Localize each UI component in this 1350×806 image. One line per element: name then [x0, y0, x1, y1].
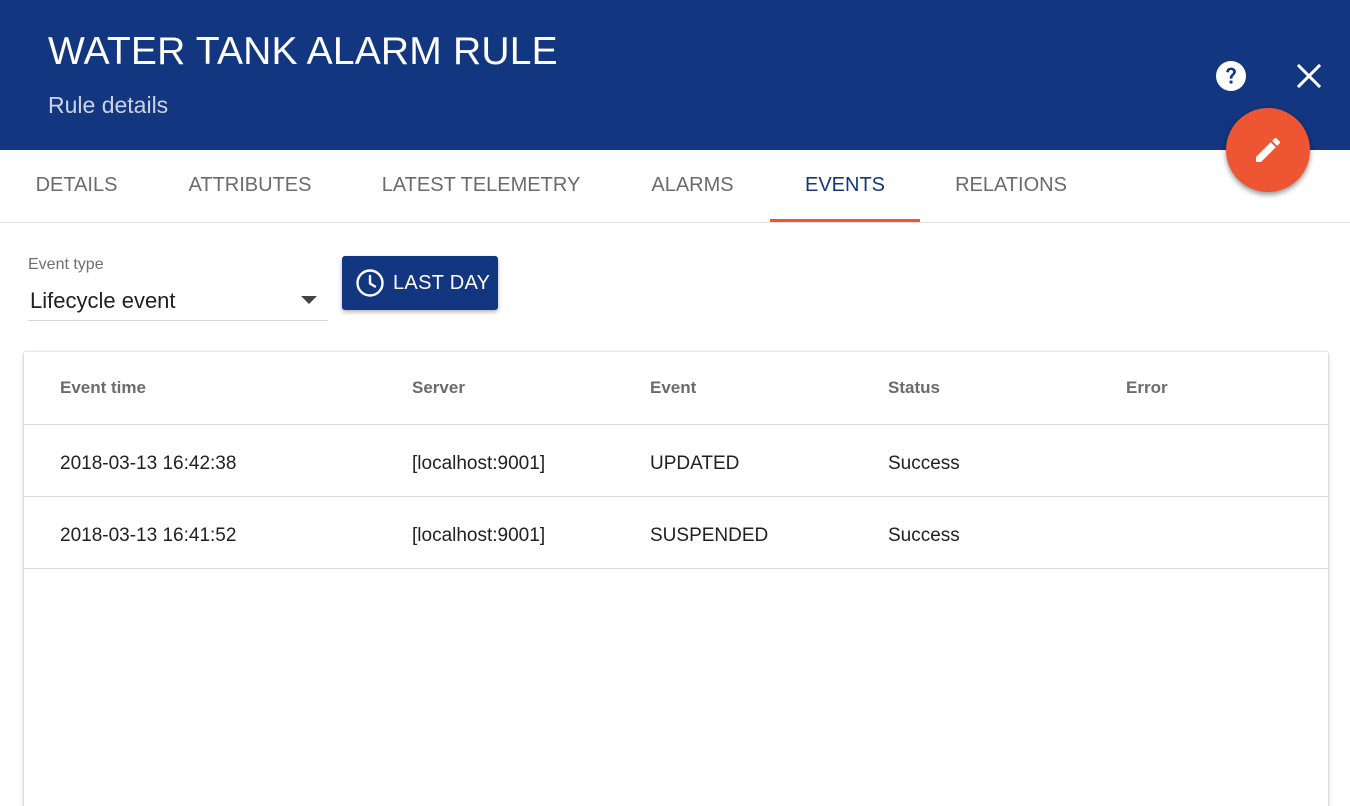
event-type-label: Event type: [28, 256, 104, 273]
event-type-value: Lifecycle event: [30, 288, 176, 313]
cell-status: Success: [888, 453, 960, 474]
page-title: WATER TANK ALARM RULE: [48, 30, 558, 73]
tab-alarms[interactable]: ALARMS: [615, 150, 770, 222]
events-table: Event time Server Event Status Error 201…: [24, 352, 1328, 806]
edit-fab-button[interactable]: [1226, 108, 1310, 192]
help-circle-icon: [1216, 61, 1246, 91]
close-button[interactable]: [1292, 59, 1326, 93]
cell-event-time: 2018-03-13 16:41:52: [60, 525, 237, 546]
rule-details-page: WATER TANK ALARM RULE Rule details DETAI…: [0, 0, 1350, 806]
cell-server: [localhost:9001]: [412, 525, 546, 546]
table-row[interactable]: 2018-03-13 16:42:38 [localhost:9001] UPD…: [24, 425, 1328, 497]
table-header: Event time Server Event Status Error: [24, 352, 1328, 425]
column-header-status[interactable]: Status: [888, 378, 940, 398]
event-type-select[interactable]: Event type Lifecycle event: [28, 254, 328, 322]
column-header-event[interactable]: Event: [650, 378, 696, 398]
column-header-server[interactable]: Server: [412, 378, 465, 398]
pencil-icon: [1256, 137, 1281, 162]
close-icon: [1296, 63, 1322, 89]
tab-details[interactable]: DETAILS: [0, 150, 153, 222]
time-window-button[interactable]: LAST DAY: [342, 256, 498, 310]
cell-status: Success: [888, 525, 960, 546]
select-underline: [28, 320, 328, 321]
table-row[interactable]: 2018-03-13 16:41:52 [localhost:9001] SUS…: [24, 497, 1328, 569]
tab-events[interactable]: EVENTS: [770, 150, 920, 222]
cell-event: SUSPENDED: [650, 525, 769, 546]
tab-attributes[interactable]: ATTRIBUTES: [153, 150, 347, 222]
clock-icon: [356, 269, 384, 297]
time-window-label: LAST DAY: [393, 271, 491, 294]
active-tab-indicator: [770, 219, 920, 222]
cell-event-time: 2018-03-13 16:42:38: [60, 453, 237, 474]
tab-latest-telemetry[interactable]: LATEST TELEMETRY: [347, 150, 615, 222]
page-subtitle: Rule details: [48, 92, 169, 118]
details-header: WATER TANK ALARM RULE Rule details: [0, 0, 1350, 150]
dropdown-arrow-icon: [301, 296, 317, 304]
column-header-event-time[interactable]: Event time: [60, 378, 146, 398]
help-button[interactable]: [1214, 59, 1248, 93]
cell-server: [localhost:9001]: [412, 453, 546, 474]
cell-event: UPDATED: [650, 453, 740, 474]
tab-relations[interactable]: RELATIONS: [920, 150, 1102, 222]
column-header-error[interactable]: Error: [1126, 378, 1168, 398]
tab-bar: DETAILS ATTRIBUTES LATEST TELEMETRY ALAR…: [0, 150, 1350, 223]
